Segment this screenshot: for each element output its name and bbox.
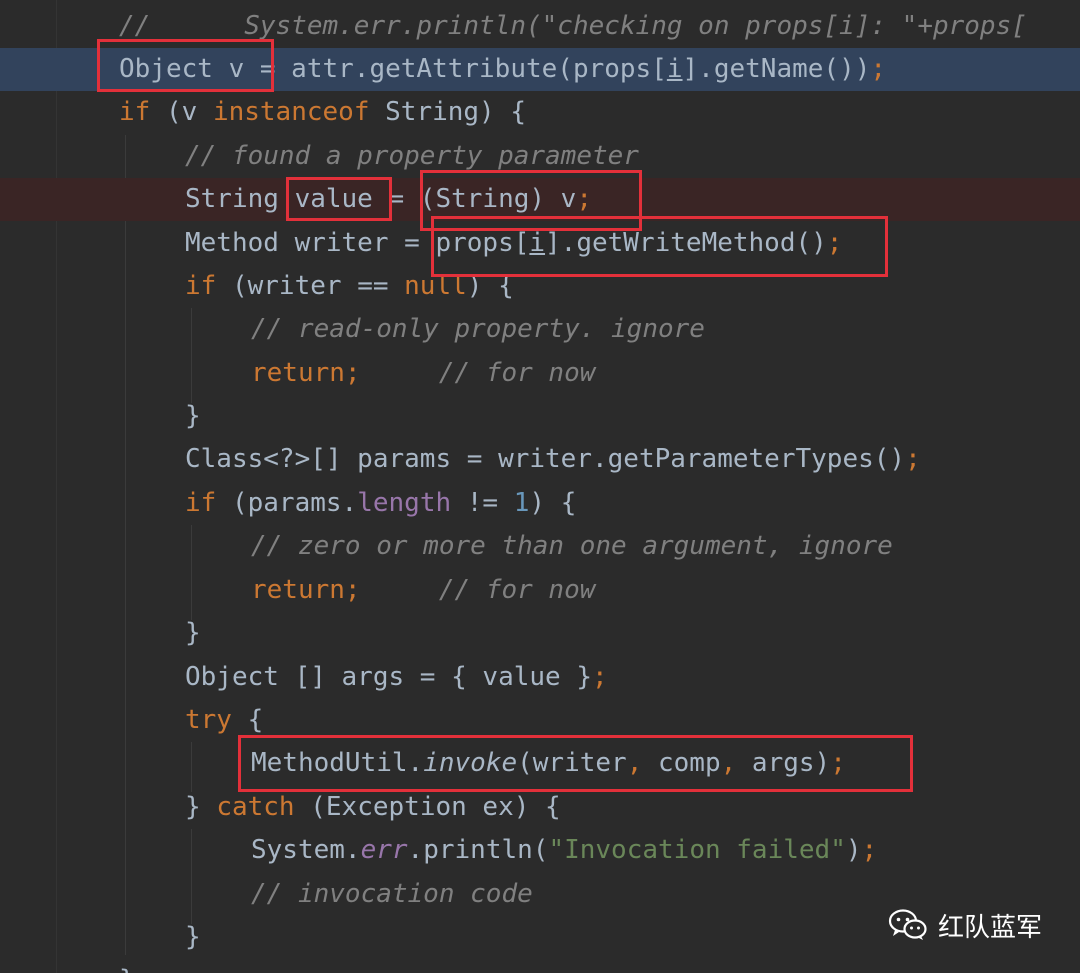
- watermark: 红队蓝军: [888, 900, 1042, 950]
- code-line[interactable]: // read-only property. ignore: [0, 308, 1080, 351]
- code-line[interactable]: // zero or more than one argument, ignor…: [0, 525, 1080, 568]
- code-line[interactable]: if (params.length != 1) {: [0, 482, 1080, 525]
- code-line[interactable]: Object [] args = { value };: [0, 656, 1080, 699]
- wechat-icon: [888, 909, 927, 940]
- highlight-box-value: [286, 177, 392, 221]
- watermark-label: 红队蓝军: [938, 912, 1043, 943]
- highlight-box-get-write-method: [431, 216, 888, 277]
- code-line[interactable]: Class<?>[] params = writer.getParameterT…: [0, 438, 1080, 481]
- code-line[interactable]: return; // for now: [0, 569, 1080, 612]
- highlight-box-method-invoke: [238, 735, 913, 792]
- code-line[interactable]: }: [0, 395, 1080, 438]
- code-line[interactable]: }: [0, 959, 1080, 973]
- code-editor[interactable]: // System.err.println("checking on props…: [0, 0, 1080, 973]
- code-line[interactable]: } catch (Exception ex) {: [0, 786, 1080, 829]
- code-line[interactable]: if (v instanceof String) {: [0, 91, 1080, 134]
- code-line[interactable]: }: [0, 612, 1080, 655]
- code-line[interactable]: return; // for now: [0, 352, 1080, 395]
- code-line[interactable]: System.err.println("Invocation failed");: [0, 829, 1080, 872]
- highlight-box-object-v: [97, 39, 274, 92]
